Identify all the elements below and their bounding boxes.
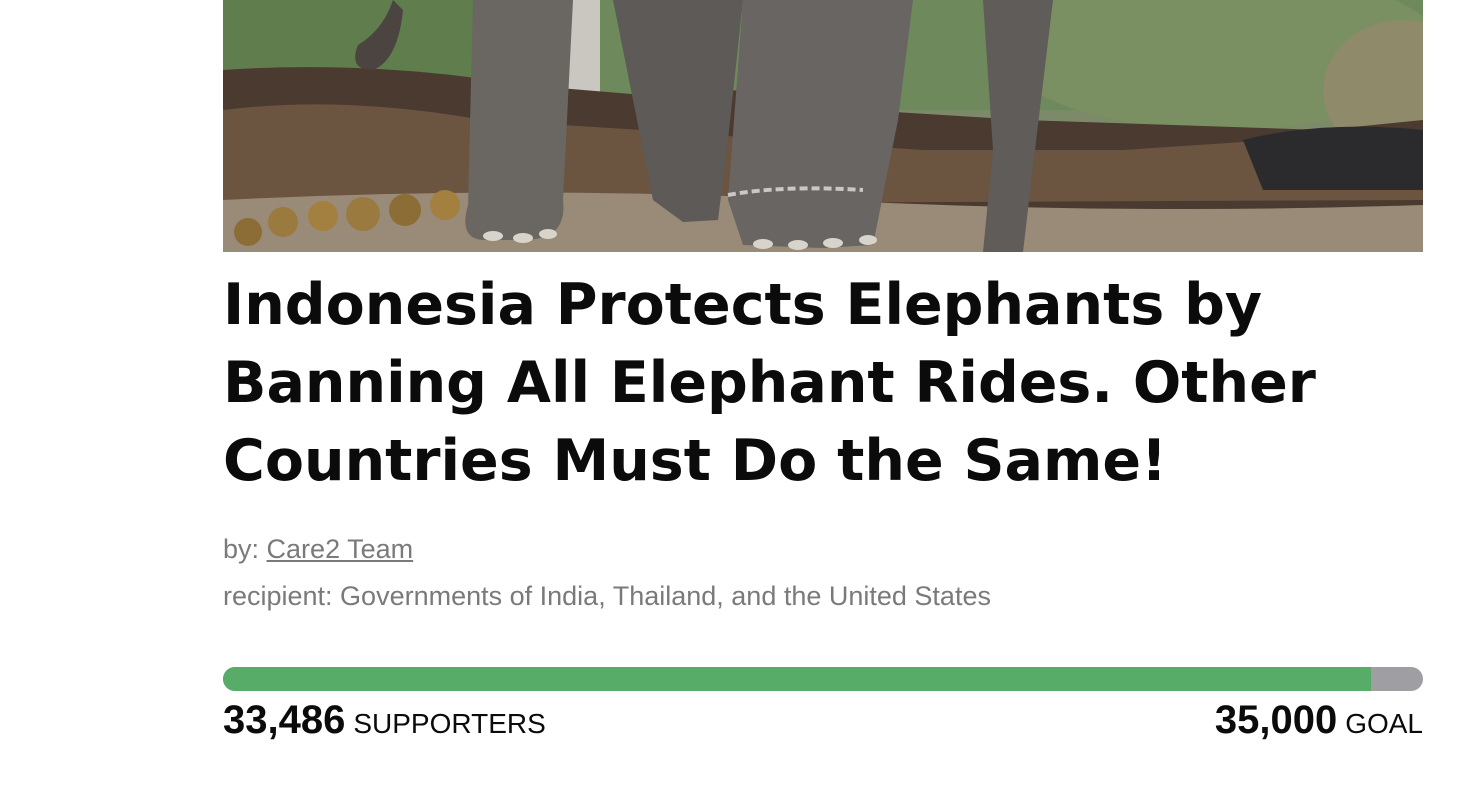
supporters-label: SUPPORTERS <box>353 708 546 739</box>
goal-count: 35,000 GOAL <box>1215 698 1423 743</box>
goal-label: GOAL <box>1345 708 1423 739</box>
signature-progress-bar <box>223 667 1423 691</box>
goal-number: 35,000 <box>1214 698 1338 742</box>
author-link[interactable]: Care2 Team <box>267 534 414 564</box>
signature-progress-fill <box>223 667 1372 691</box>
hero-image <box>223 0 1423 252</box>
author-prefix: by: <box>223 534 260 564</box>
supporters-count: 33,486 SUPPORTERS <box>223 698 546 743</box>
petition-title: Indonesia Protects Elephants by Banning … <box>223 272 1316 494</box>
petition-author-line: by: Care2 Team <box>223 534 413 565</box>
petition-recipient: recipient: Governments of India, Thailan… <box>223 581 991 611</box>
petition-content: Indonesia Protects Elephants by Banning … <box>223 0 1423 742</box>
supporters-number: 33,486 <box>223 698 346 742</box>
